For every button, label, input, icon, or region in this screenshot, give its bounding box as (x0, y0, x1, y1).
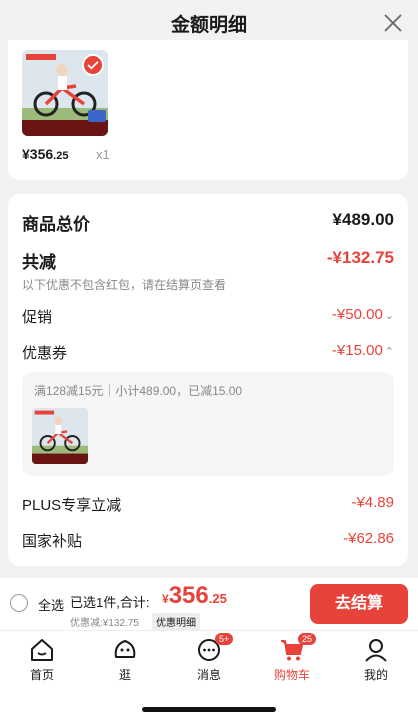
promo-row[interactable]: 促销 -¥50.00 ⌄ (22, 306, 394, 330)
plus-label: PLUS专享立减 (22, 497, 122, 514)
promo-label: 促销 (22, 309, 53, 326)
price-detail-card: 商品总价 ¥489.00 共减 -¥132.75 以下优惠不包含红包，请在结算页… (8, 194, 408, 566)
page-title: 金额明细 (170, 15, 247, 36)
coupon-product-image (32, 408, 88, 464)
subsidy-label: 国家补贴 (22, 533, 83, 550)
checkout-total: ¥356.25 (162, 582, 227, 609)
total-value: ¥489.00 (332, 210, 394, 229)
tab-messages-label: 消息 (196, 668, 221, 682)
discount-detail-link[interactable]: 优惠明细 (152, 613, 200, 630)
coupon-value: -¥15.00 ⌃ (331, 342, 394, 359)
discount-amount: 优惠减:¥132.75 (70, 618, 139, 629)
selected-summary: 已选1件,合计: (70, 595, 150, 610)
tab-messages[interactable]: 5+ 消息 (179, 633, 239, 683)
promo-value: -¥50.00 ⌄ (331, 306, 394, 323)
coupon-detail-box: 满128减15元｜小计489.00，已减15.00 (22, 372, 394, 476)
reduce-label: 共减 (22, 253, 56, 272)
message-badge: 5+ (215, 633, 234, 645)
checkout-button[interactable]: 去结算 (310, 584, 408, 624)
tab-home[interactable]: 首页 (12, 637, 72, 683)
plus-value: -¥4.89 (351, 494, 394, 511)
plus-row: PLUS专享立减 -¥4.89 (22, 494, 394, 518)
subsidy-value: -¥62.86 (343, 530, 394, 547)
home-indicator (142, 707, 276, 712)
coupon-detail-text: 满128减15元｜小计489.00，已减15.00 (34, 384, 243, 398)
cart-badge: 25 (298, 633, 317, 645)
home-icon (31, 639, 53, 661)
tab-cart-label: 购物车 (273, 668, 310, 682)
product-card: ¥356.25 x1 (8, 40, 408, 180)
chevron-up-icon: ⌃ (384, 346, 394, 358)
reduce-value: -¥132.75 (326, 248, 394, 267)
bottom-tab-bar: 首页 逛 5+ 消息 25 购物车 我的 (0, 630, 418, 720)
close-icon[interactable] (382, 12, 404, 34)
tab-home-label: 首页 (29, 668, 54, 682)
browse-icon (114, 640, 136, 658)
total-label: 商品总价 (22, 215, 90, 234)
reduce-row: 共减 -¥132.75 (22, 248, 394, 272)
profile-icon (365, 639, 387, 662)
product-quantity: x1 (96, 147, 110, 162)
select-all-label[interactable]: 全选 (38, 595, 64, 614)
coupon-label: 优惠券 (22, 345, 68, 362)
coupon-row[interactable]: 优惠券 -¥15.00 ⌃ (22, 342, 394, 366)
select-all-radio[interactable] (10, 594, 28, 612)
tab-browse-label: 逛 (118, 668, 131, 682)
tab-cart[interactable]: 25 购物车 (262, 633, 322, 683)
total-row: 商品总价 ¥489.00 (22, 210, 394, 234)
subsidy-row: 国家补贴 -¥62.86 (22, 530, 394, 554)
selected-check-icon[interactable] (82, 54, 104, 76)
product-price: ¥356.25 (22, 146, 69, 162)
discount-note: 以下优惠不包含红包，请在结算页查看 (22, 278, 227, 292)
tab-profile[interactable]: 我的 (346, 637, 406, 683)
tab-profile-label: 我的 (363, 668, 388, 682)
checkout-bar: 全选 已选1件,合计: ¥356.25 优惠减:¥132.75 优惠明细 去结算 (0, 578, 418, 630)
chevron-down-icon: ⌄ (384, 310, 394, 322)
tab-browse[interactable]: 逛 (95, 637, 155, 683)
